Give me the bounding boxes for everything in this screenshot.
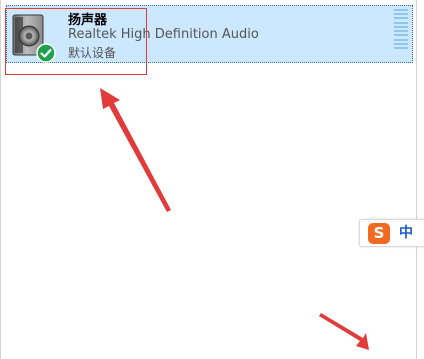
sogou-ime-icon[interactable]: S	[368, 223, 390, 244]
device-name: 扬声器	[68, 13, 108, 28]
volume-level-meter	[394, 9, 408, 49]
ime-mode-toggle[interactable]: 中	[399, 223, 413, 244]
playback-devices-page: 扬声器 Realtek High Definition Audio 默认设备 S…	[0, 0, 424, 359]
device-row-speaker[interactable]: 扬声器 Realtek High Definition Audio 默认设备	[6, 5, 413, 63]
ime-toolbar[interactable]: S 中	[359, 219, 424, 247]
device-status: 默认设备	[68, 46, 117, 60]
device-list: 扬声器 Realtek High Definition Audio 默认设备	[0, 0, 417, 359]
check-circle-icon	[36, 43, 56, 63]
device-description: Realtek High Definition Audio	[68, 27, 259, 42]
